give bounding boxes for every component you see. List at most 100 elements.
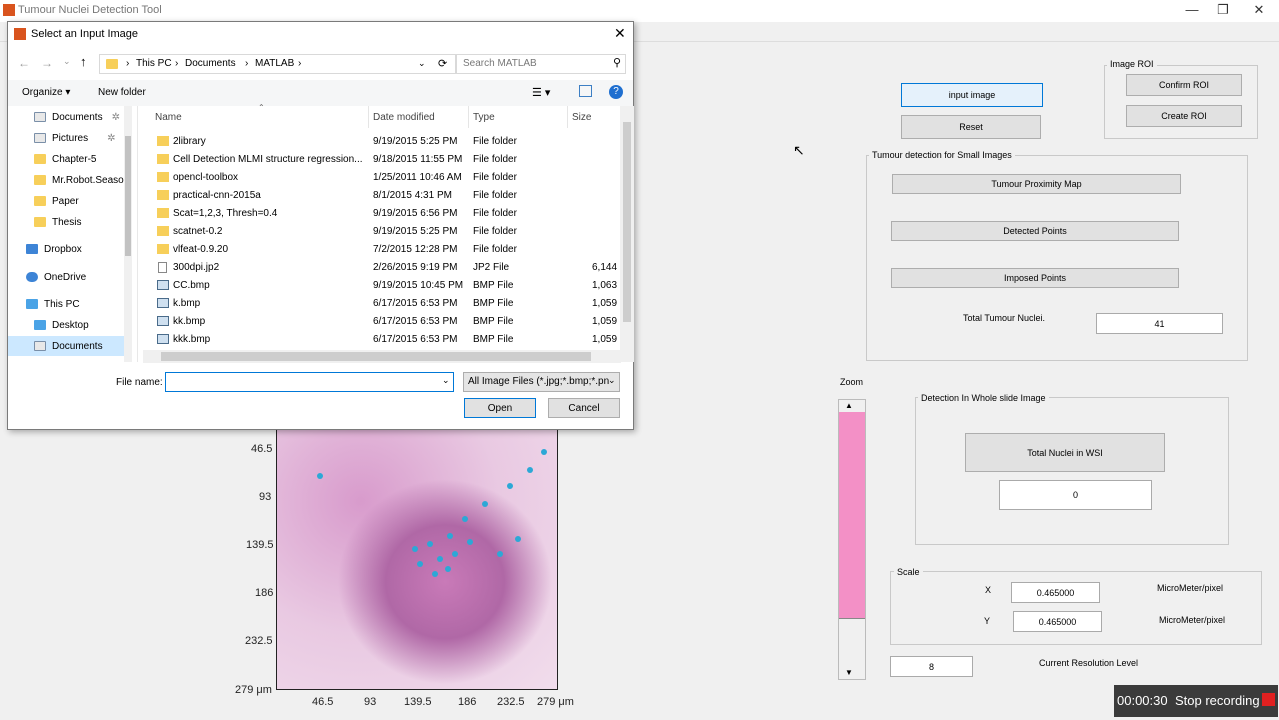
horizontal-scrollbar-thumb[interactable] [161,352,591,361]
nav-item-thesis[interactable]: Thesis [8,212,130,232]
stop-recording-button[interactable]: Stop recording [1175,693,1260,708]
documents-icon [34,112,46,122]
pictures-icon [34,133,46,143]
image-file-icon [157,334,169,344]
file-row[interactable]: CC.bmp 9/19/2015 10:45 PM BMP File 1,063 K [147,277,626,295]
imposed-points-button[interactable]: Imposed Points [891,268,1179,288]
nav-item-dropbox[interactable]: Dropbox [8,239,130,259]
confirm-roi-button[interactable]: Confirm ROI [1126,74,1242,96]
file-row[interactable]: kkk.bmp 6/17/2015 6:53 PM BMP File 1,059 K [147,331,626,349]
nav-item-documents[interactable]: Documents ✲ [8,107,130,127]
filename-input[interactable]: ⌄ [165,372,454,392]
x-tick: 46.5 [312,696,334,708]
address-bar[interactable]: › This PC › Documents › MATLAB › ⌄ ⟳ [99,54,456,74]
folder-icon [157,208,169,218]
scale-x-field[interactable]: 0.465000 [1011,582,1100,603]
create-roi-button[interactable]: Create ROI [1126,105,1242,127]
column-header-date[interactable]: Date modified [373,112,435,123]
cancel-button[interactable]: Cancel [548,398,620,418]
open-button[interactable]: Open [464,398,536,418]
total-tumour-nuclei-label: Total Tumour Nuclei. [963,313,1046,323]
zoom-label: Zoom [840,377,864,387]
nav-scrollbar-thumb[interactable] [125,136,131,256]
y-tick: 186 [255,587,274,599]
image-roi-title: Image ROI [1107,59,1157,69]
file-row[interactable]: 300dpi.jp2 2/26/2015 9:19 PM JP2 File 6,144… [147,259,626,277]
recent-chevron-icon[interactable]: ⌄ [63,56,71,67]
new-folder-button[interactable]: New folder [98,87,146,98]
close-icon[interactable]: ✕ [1242,0,1276,22]
file-row[interactable]: Scat=1,2,3, Thresh=0.4 9/19/2015 6:56 PM F… [147,205,617,223]
mouse-cursor-icon: ↖ [793,142,805,158]
file-row[interactable]: kk.bmp 6/17/2015 6:53 PM BMP File 1,059 K [147,313,626,331]
histology-image[interactable] [276,420,558,690]
dialog-title: Select an Input Image [31,28,139,40]
zoom-down-arrow-icon[interactable]: ▼ [845,668,853,677]
tumour-proximity-map-button[interactable]: Tumour Proximity Map [892,174,1181,194]
stop-icon[interactable] [1262,693,1275,706]
close-icon[interactable]: ✕ [614,25,626,42]
address-dropdown-icon[interactable]: ⌄ [418,58,426,69]
breadcrumb-item[interactable]: This PC [136,58,172,69]
column-divider [468,106,469,128]
file-row[interactable]: Cell Detection MLMI structure regression… [147,151,617,169]
file-row[interactable]: 2library 9/19/2015 5:25 PM File folder [147,133,617,151]
nav-item-desktop[interactable]: Desktop [8,315,130,335]
sort-arrow-icon: ⌃ [258,103,265,112]
file-type-filter[interactable]: All Image Files (*.jpg;*.bmp;*.pn [463,372,620,392]
column-header-type[interactable]: Type [473,112,495,123]
preview-pane-icon[interactable] [579,85,592,97]
total-tumour-nuclei-field[interactable]: 41 [1096,313,1223,334]
search-icon: ⚲ [613,57,622,69]
file-row[interactable]: practical-cnn-2015a 8/1/2015 4:31 PM File … [147,187,617,205]
input-image-button[interactable]: input image [901,83,1043,107]
total-nuclei-wsi-field[interactable]: 0 [999,480,1152,510]
detected-points-button[interactable]: Detected Points [891,221,1179,241]
small-images-title: Tumour detection for Small Images [869,150,1015,160]
column-divider [567,106,568,128]
total-nuclei-wsi-button[interactable]: Total Nuclei in WSI [965,433,1165,472]
nav-item-mr-robot[interactable]: Mr.Robot.Seasor [8,170,130,190]
nav-item-chapter-5[interactable]: Chapter-5 [8,149,130,169]
nav-item-this-pc[interactable]: This PC [8,294,130,314]
resolution-level-field[interactable]: 8 [890,656,973,677]
breadcrumb-item[interactable]: MATLAB [255,58,294,69]
help-icon[interactable]: ? [609,85,623,99]
scale-y-label: Y [984,616,991,626]
back-arrow-icon[interactable]: ← [18,56,30,70]
file-row[interactable]: vlfeat-0.9.20 7/2/2015 12:28 PM File folde… [147,241,617,259]
organize-button[interactable]: Organize ▾ [22,87,70,98]
file-row[interactable]: k.bmp 6/17/2015 6:53 PM BMP File 1,059 K [147,295,626,313]
horizontal-scrollbar[interactable] [143,350,621,363]
search-input[interactable]: Search MATLAB [456,54,626,74]
column-header-size[interactable]: Size [572,112,591,123]
view-options-icon[interactable]: ☰ ▾ [532,86,550,99]
zoom-up-arrow-icon[interactable]: ▲ [845,401,853,410]
reset-button[interactable]: Reset [901,115,1041,139]
nav-item-documents-selected[interactable]: Documents [8,336,130,356]
folder-icon [34,175,46,185]
vertical-scrollbar-thumb[interactable] [623,122,631,322]
file-row[interactable]: scatnet-0.2 9/19/2015 5:25 PM File folder [147,223,617,241]
file-row[interactable]: opencl-toolbox 1/25/2011 10:46 AM File fol… [147,169,617,187]
recording-widget: 00:00:30 Stop recording [1114,685,1278,717]
file-list: Name ⌃ Date modified Type Size 2library 9… [139,103,626,362]
nav-item-paper[interactable]: Paper [8,191,130,211]
maximize-icon[interactable]: ❐ [1206,0,1240,22]
scale-y-field[interactable]: 0.465000 [1013,611,1102,632]
nav-item-pictures[interactable]: Pictures ✲ [8,128,130,148]
breadcrumb-item[interactable]: Documents [185,58,236,69]
resolution-level-label: Current Resolution Level [1039,658,1139,668]
minimize-icon[interactable]: — [1175,0,1209,22]
vertical-scrollbar[interactable] [620,106,634,362]
folder-icon [34,154,46,164]
up-arrow-icon[interactable]: ↑ [80,54,87,69]
scale-x-label: X [985,585,992,595]
column-header-name[interactable]: Name [155,112,182,123]
refresh-icon[interactable]: ⟳ [438,57,447,70]
forward-arrow-icon[interactable]: → [41,56,53,70]
pc-icon [26,299,38,309]
nav-item-onedrive[interactable]: OneDrive [8,267,130,287]
command-bar: Organize ▾ New folder ☰ ▾ ? [8,80,633,106]
recording-timer: 00:00:30 [1117,693,1168,708]
